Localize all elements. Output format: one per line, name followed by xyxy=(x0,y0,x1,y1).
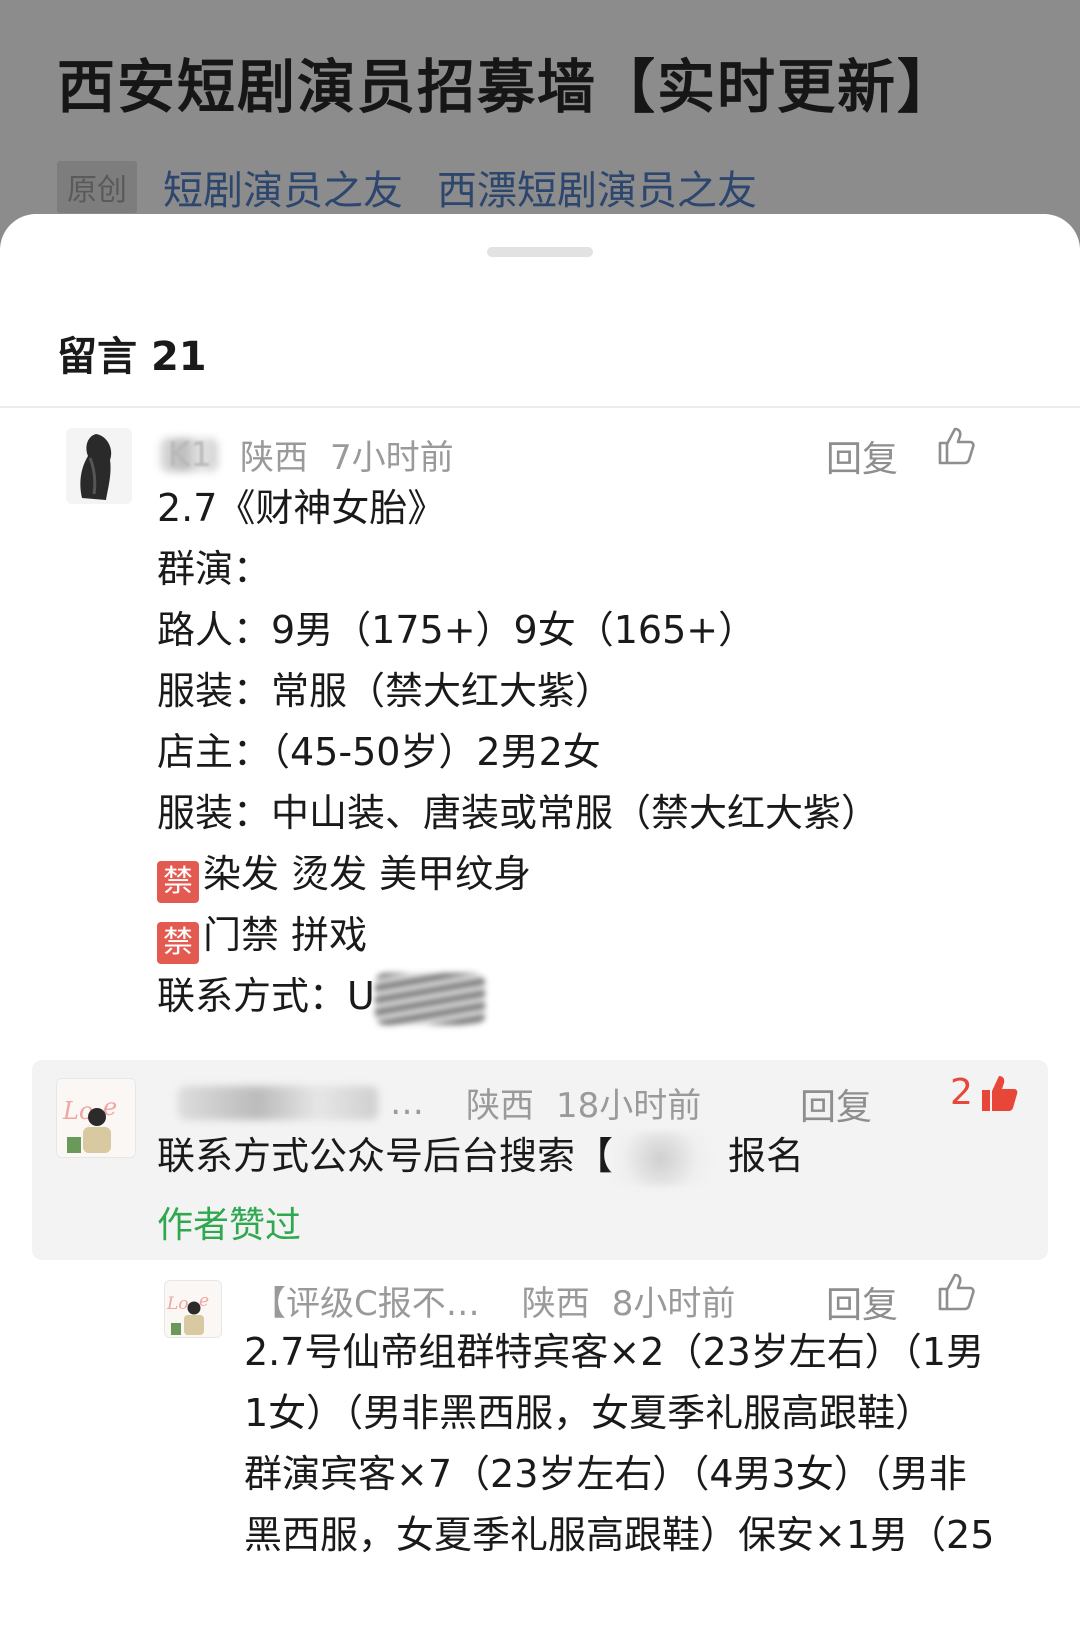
header-divider xyxy=(0,406,1080,408)
avatar-figure-icon xyxy=(66,428,132,504)
ban-line: 禁门禁 拼戏 xyxy=(157,905,879,966)
avatar[interactable]: Lo e xyxy=(164,1280,222,1338)
comment-location: 陕西 xyxy=(466,1086,534,1126)
thumbs-up-icon xyxy=(938,1273,975,1311)
comment-line: 2.7号仙帝组群特宾客×2（23岁左右）（1男 xyxy=(244,1330,984,1374)
svg-text:e: e xyxy=(199,1291,209,1311)
comment-line: 联系方式公众号后台搜索【 报名 xyxy=(157,1126,804,1187)
avatar[interactable]: Lo e xyxy=(56,1078,136,1158)
like-count: 2 xyxy=(950,1072,973,1113)
comment-location: 陕西 xyxy=(521,1284,590,1324)
comment-line: 群演宾客×7（23岁左右）（4男3女）（男非 xyxy=(244,1452,967,1496)
article-header: 西安短剧演员招募墙【实时更新】 原创 短剧演员之友 西漂短剧演员之友 xyxy=(0,0,1080,240)
redacted-scribble xyxy=(374,972,485,1025)
author-liked-tag: 作者赞过 xyxy=(157,1205,302,1246)
comment-line: 服装：常服（禁大红大紫） xyxy=(157,669,614,713)
reply-button[interactable]: 回复 xyxy=(800,1078,872,1130)
comment-time: 18小时前 xyxy=(556,1086,702,1126)
like-button[interactable] xyxy=(936,1272,976,1312)
comments-header-label: 留言 xyxy=(57,334,137,380)
thumbs-up-icon xyxy=(938,427,975,465)
comment-meta: … 陕西 18小时前 xyxy=(178,1078,723,1127)
comment-time: 7小时前 xyxy=(330,438,454,478)
contact-line: 联系方式：U xyxy=(157,966,879,1027)
comments-sheet: 留言 21 K1 陕西 7小时前 回复 2.7《财神女胎》 群演： 路人：9男（… xyxy=(0,214,1080,1645)
original-tag: 原创 xyxy=(57,161,137,213)
comment-line: 服装：中山装、唐装或常服（禁大红大紫） xyxy=(157,791,880,835)
username: … xyxy=(390,1082,424,1123)
like-button[interactable] xyxy=(936,426,976,466)
comment-line: 黑西服，女夏季礼服高跟鞋）保安×1男（25 xyxy=(244,1513,995,1557)
avatar[interactable] xyxy=(66,428,132,504)
ban-text: 染发 烫发 美甲纹身 xyxy=(203,852,532,896)
sheet-grabber[interactable] xyxy=(487,247,593,257)
comment-text-prefix: 联系方式公众号后台搜索【 xyxy=(157,1134,614,1178)
reply-button[interactable]: 回复 xyxy=(826,430,898,482)
username: K1 xyxy=(168,434,212,475)
comment-body: 联系方式公众号后台搜索【 报名 xyxy=(157,1126,804,1187)
like-button[interactable]: 2 xyxy=(950,1072,1019,1113)
comment-body: 2.7《财神女胎》 群演： 路人：9男（175+）9女（165+） 服装：常服（… xyxy=(157,478,879,1027)
comment-line: 2.7《财神女胎》 xyxy=(157,486,446,530)
comment-line: 店主：（45-50岁）2男2女 xyxy=(157,730,601,774)
ban-badge: 禁 xyxy=(157,922,199,964)
ban-line: 禁染发 烫发 美甲纹身 xyxy=(157,844,879,905)
svg-text:Lo: Lo xyxy=(166,1294,189,1314)
avatar-person-icon: Lo e xyxy=(57,1079,135,1157)
reply-button[interactable]: 回复 xyxy=(826,1276,898,1328)
contact-label: 联系方式：U xyxy=(157,974,375,1018)
article-title: 西安短剧演员招募墙【实时更新】 xyxy=(57,53,958,121)
comment-time: 8小时前 xyxy=(611,1284,736,1324)
author-link-1[interactable]: 短剧演员之友 xyxy=(163,158,403,216)
comment-line: 路人：9男（175+）9女（165+） xyxy=(157,608,757,652)
thumbs-up-filled-icon xyxy=(981,1075,1018,1111)
username: 【评级C报不… xyxy=(252,1284,480,1324)
username-blurred xyxy=(178,1085,378,1120)
comments-header: 留言 21 xyxy=(57,324,207,382)
comment-line: 群演： xyxy=(157,547,272,591)
author-link-2[interactable]: 西漂短剧演员之友 xyxy=(437,158,757,216)
avatar-person-icon: Lo e xyxy=(165,1281,221,1337)
comment-text-suffix: 报名 xyxy=(728,1134,805,1178)
ban-badge: 禁 xyxy=(157,861,199,903)
article-meta: 原创 短剧演员之友 西漂短剧演员之友 xyxy=(57,158,757,216)
comment-meta: 【评级C报不… 陕西 8小时前 xyxy=(252,1276,757,1325)
ban-text: 门禁 拼戏 xyxy=(203,913,368,957)
comment-body: 2.7号仙帝组群特宾客×2（23岁左右）（1男 1女）（男非黑西服，女夏季礼服高… xyxy=(244,1322,994,1566)
redacted-scribble xyxy=(613,1131,709,1186)
comment-meta: K1 陕西 7小时前 xyxy=(160,430,476,479)
comment-location: 陕西 xyxy=(240,438,308,478)
comments-count: 21 xyxy=(150,334,207,380)
svg-text:Lo: Lo xyxy=(62,1097,93,1125)
comment-line: 1女）（男非黑西服，女夏季礼服高跟鞋） xyxy=(244,1391,934,1435)
